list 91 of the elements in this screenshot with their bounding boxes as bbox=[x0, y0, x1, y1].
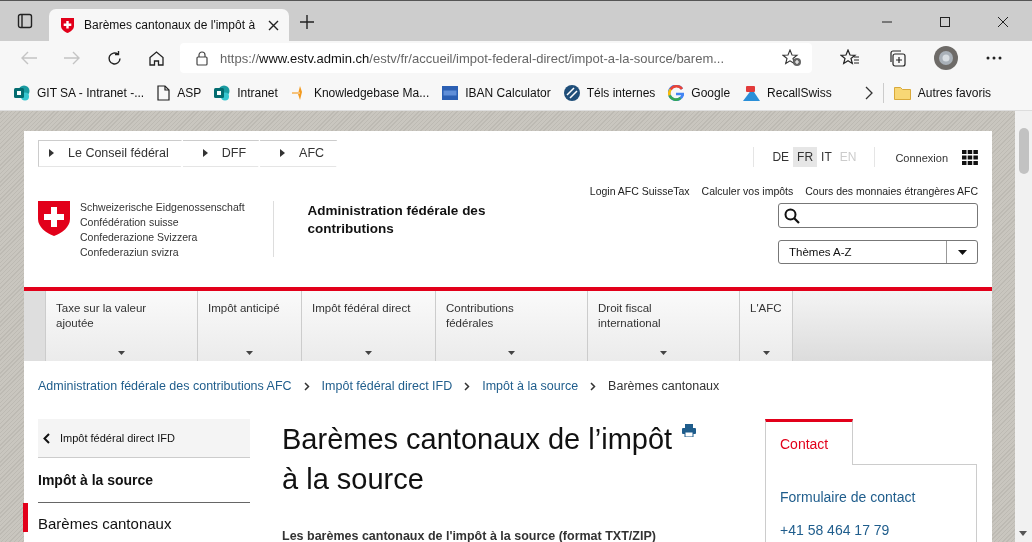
caret-icon bbox=[118, 351, 125, 355]
login-link[interactable]: Connexion bbox=[895, 152, 948, 164]
close-window-icon[interactable] bbox=[997, 16, 1009, 28]
address-field[interactable]: https://www.estv.admin.ch/estv/fr/accueil/impot-federal-direct/impot-a-la-source/barem... bbox=[180, 43, 812, 73]
caret-icon bbox=[246, 351, 253, 355]
service-link[interactable]: Cours des monnaies étrangères AFC bbox=[805, 185, 978, 197]
scroll-down-icon[interactable] bbox=[1019, 531, 1027, 536]
chevron-right-icon bbox=[303, 381, 310, 391]
maximize-icon[interactable] bbox=[939, 16, 951, 28]
service-link[interactable]: Login AFC SuisseTax bbox=[589, 185, 690, 197]
intro-text: Les barèmes cantonaux de l'impôt à la source (format TXT/ZIP) bbox=[282, 529, 657, 542]
nav-item[interactable]: Impôt anticipé bbox=[198, 291, 302, 361]
bookmark[interactable]: RecallSwiss bbox=[743, 84, 832, 101]
triangle-icon bbox=[280, 149, 286, 157]
google-icon bbox=[668, 84, 685, 101]
service-link[interactable]: Calculer vos impôts bbox=[701, 185, 794, 197]
print-icon[interactable] bbox=[682, 424, 696, 437]
federal-link[interactable]: AFC bbox=[260, 139, 347, 167]
themes-dropdown[interactable]: Thèmes A-Z bbox=[778, 240, 978, 264]
more-icon[interactable] bbox=[986, 56, 1002, 60]
swiss-shield-icon bbox=[38, 201, 70, 236]
sharepoint-icon bbox=[14, 84, 30, 101]
favorites-icon[interactable] bbox=[840, 49, 860, 67]
phone-link[interactable]: +41 58 464 17 79 bbox=[780, 522, 962, 538]
sharepoint-icon bbox=[214, 84, 231, 101]
folder-icon bbox=[893, 85, 911, 100]
scrollbar[interactable] bbox=[1015, 111, 1032, 542]
nav-item[interactable]: Contributions fédérales bbox=[436, 291, 588, 361]
language-link[interactable]: IT bbox=[817, 147, 836, 167]
nav-spacer bbox=[24, 291, 46, 361]
bookmark-folder[interactable]: Autres favoris bbox=[893, 85, 992, 100]
caret-icon bbox=[365, 351, 372, 355]
globe-icon bbox=[563, 84, 580, 101]
shield-icon bbox=[61, 17, 74, 33]
page-icon bbox=[157, 84, 171, 101]
iban-icon bbox=[442, 85, 459, 100]
nav-item[interactable]: Droit fiscal international bbox=[588, 291, 740, 361]
collections-icon[interactable] bbox=[888, 49, 906, 67]
sidebar-item[interactable]: Barèmes cantonaux bbox=[23, 503, 250, 532]
bookmark[interactable]: IBAN Calculator bbox=[442, 85, 551, 100]
federal-link[interactable]: DFF bbox=[182, 139, 269, 167]
breadcrumb-link[interactable]: Impôt à la source bbox=[482, 379, 579, 393]
search-icon bbox=[784, 207, 800, 224]
triangle-icon bbox=[202, 149, 208, 157]
caret-icon bbox=[762, 351, 770, 355]
bookmark[interactable]: ASP bbox=[157, 84, 202, 101]
search-field[interactable] bbox=[778, 203, 978, 228]
cart-icon bbox=[743, 84, 761, 101]
breadcrumb-link[interactable]: Administration fédérale des contributions AFC bbox=[38, 379, 292, 393]
browser-tab[interactable]: Barèmes cantonaux de l'impôt à bbox=[49, 9, 289, 41]
home-icon[interactable] bbox=[148, 49, 165, 67]
nav-item[interactable]: Impôt fédéral direct bbox=[302, 291, 436, 361]
bookmark[interactable]: Téls internes bbox=[563, 84, 656, 101]
nav-item[interactable]: Taxe sur la valeur ajoutée bbox=[46, 291, 198, 361]
bookmark[interactable]: Intranet bbox=[214, 84, 278, 101]
contact-tab[interactable]: Contact bbox=[765, 419, 853, 465]
url-text: https://www.estv.admin.ch/estv/fr/accueil/impot-federal-direct/impot-a-la-source/barem... bbox=[220, 50, 726, 66]
chevron-left-icon bbox=[43, 432, 50, 444]
breadcrumb-link[interactable]: Impôt fédéral direct IFD bbox=[321, 379, 453, 393]
confederation-name: Confederazione Svizzera bbox=[80, 230, 199, 245]
reload-icon[interactable] bbox=[106, 49, 123, 67]
close-icon[interactable] bbox=[268, 19, 279, 31]
chevron-right-icon bbox=[464, 381, 471, 391]
bookmark[interactable]: Google bbox=[668, 84, 731, 101]
bookmark[interactable]: GIT SA - Intranet -... bbox=[14, 84, 145, 101]
confederation-name: Confederaziun svizra bbox=[80, 245, 180, 260]
caret-icon bbox=[508, 351, 515, 355]
breadcrumb-current: Barèmes cantonaux bbox=[608, 379, 720, 393]
nav-item[interactable]: L'AFC bbox=[740, 291, 793, 361]
contact-form-link[interactable]: Formulaire de contact bbox=[780, 489, 962, 505]
scroll-thumb[interactable] bbox=[1018, 128, 1029, 174]
department-name: Administration fédérale des contributions bbox=[307, 202, 487, 238]
confederation-name: Confédération suisse bbox=[80, 215, 180, 230]
profile-avatar-icon[interactable] bbox=[934, 46, 958, 70]
language-link[interactable]: DE bbox=[768, 147, 794, 167]
caret-icon bbox=[660, 351, 667, 355]
lock-icon bbox=[196, 50, 208, 66]
tab-actions-icon[interactable] bbox=[17, 13, 33, 29]
chevron-right-icon bbox=[590, 381, 597, 391]
bookmark[interactable]: Knowledgebase Ma... bbox=[290, 84, 430, 101]
triangle-icon bbox=[49, 149, 54, 157]
back-link[interactable]: Impôt fédéral direct IFD bbox=[38, 419, 250, 458]
sidebar-heading: Impôt à la source bbox=[38, 458, 250, 503]
apps-grid-icon[interactable] bbox=[962, 149, 978, 165]
confederation-name: Schweizerische Eidgenossenschaft bbox=[80, 200, 245, 215]
add-favorite-icon[interactable] bbox=[782, 49, 802, 67]
language-link[interactable]: FR bbox=[793, 147, 818, 167]
caret-icon bbox=[957, 249, 967, 255]
chevron-right-icon[interactable] bbox=[864, 85, 873, 100]
page-title: Barèmes cantonaux de l’impôt à la source bbox=[282, 422, 674, 497]
new-tab-icon[interactable] bbox=[299, 14, 315, 30]
